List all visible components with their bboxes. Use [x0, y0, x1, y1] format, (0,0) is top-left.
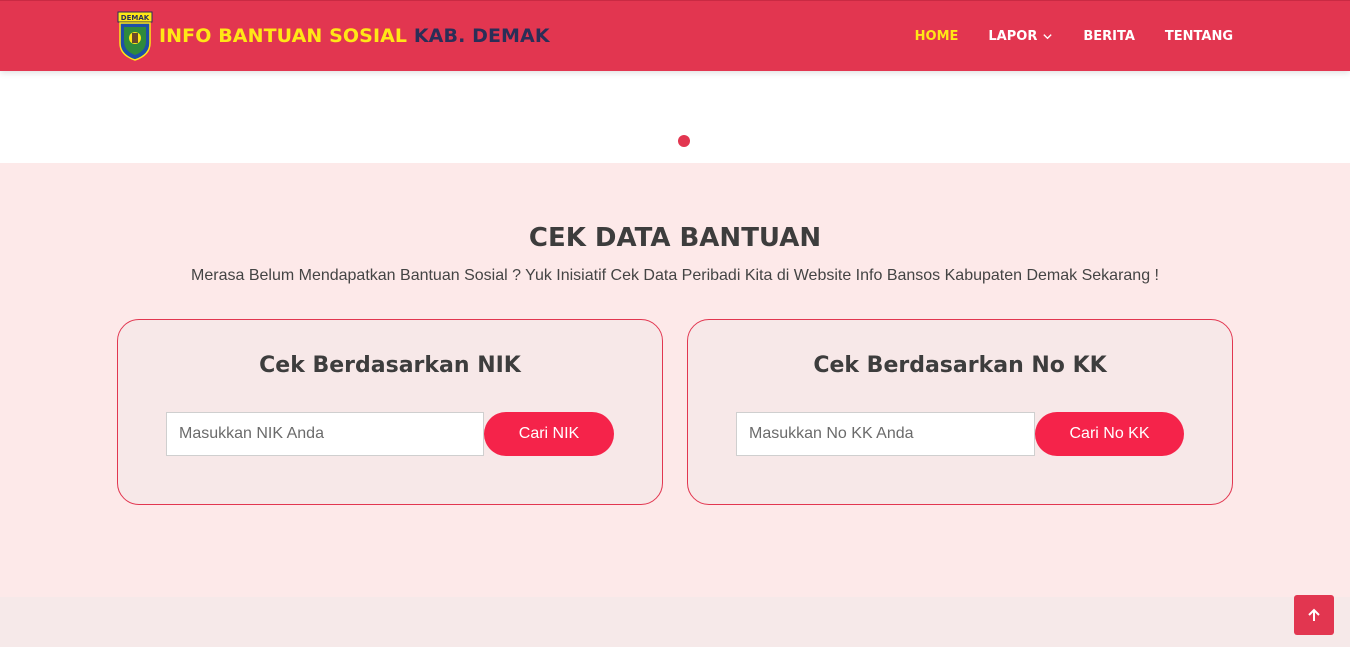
cek-data-section: CEK DATA BANTUAN Merasa Belum Mendapatka…: [0, 163, 1350, 597]
next-section-band: [0, 597, 1350, 647]
nav-item-home[interactable]: HOME: [915, 29, 959, 44]
nav-item-label: LAPOR: [988, 29, 1038, 44]
brand-title-main: INFO BANTUAN SOSIAL: [159, 25, 408, 47]
top-navbar: DEMAK INFO BANTUAN SOSIAL KAB. DEMAK HOM…: [0, 0, 1350, 71]
carousel-indicator[interactable]: [678, 135, 690, 147]
chevron-down-icon: [1043, 34, 1052, 40]
logo-text: DEMAK: [121, 14, 150, 22]
nav-item-tentang[interactable]: TENTANG: [1165, 29, 1233, 44]
nav-item-label: TENTANG: [1164, 29, 1233, 44]
nik-search-card: Cek Berdasarkan NIK Cari NIK: [117, 319, 663, 505]
cari-nik-button[interactable]: Cari NIK: [484, 412, 614, 456]
hero-slider: [0, 71, 1350, 163]
nav-item-berita[interactable]: BERITA: [1083, 29, 1135, 44]
nav-item-lapor[interactable]: LAPOR: [988, 29, 1053, 44]
nav-item-label: BERITA: [1083, 29, 1135, 44]
nik-card-heading: Cek Berdasarkan NIK: [259, 353, 521, 378]
back-to-top-button[interactable]: [1294, 595, 1334, 635]
kk-card-heading: Cek Berdasarkan No KK: [813, 353, 1107, 378]
site-brand[interactable]: DEMAK INFO BANTUAN SOSIAL KAB. DEMAK: [117, 11, 550, 61]
cari-kk-button[interactable]: Cari No KK: [1035, 412, 1184, 456]
demak-emblem-icon: DEMAK: [117, 11, 153, 61]
kk-input[interactable]: [736, 412, 1035, 456]
arrow-up-icon: [1308, 608, 1320, 621]
nav-item-label: HOME: [914, 29, 959, 44]
section-title: CEK DATA BANTUAN: [528, 223, 822, 253]
kk-search-card: Cek Berdasarkan No KK Cari No KK: [687, 319, 1233, 505]
brand-title-sub: KAB. DEMAK: [413, 25, 550, 47]
main-nav: HOME LAPOR BERITA TENTANG: [885, 1, 1233, 72]
nik-input[interactable]: [166, 412, 484, 456]
section-subtitle: Merasa Belum Mendapatkan Bantuan Sosial …: [191, 267, 1159, 284]
